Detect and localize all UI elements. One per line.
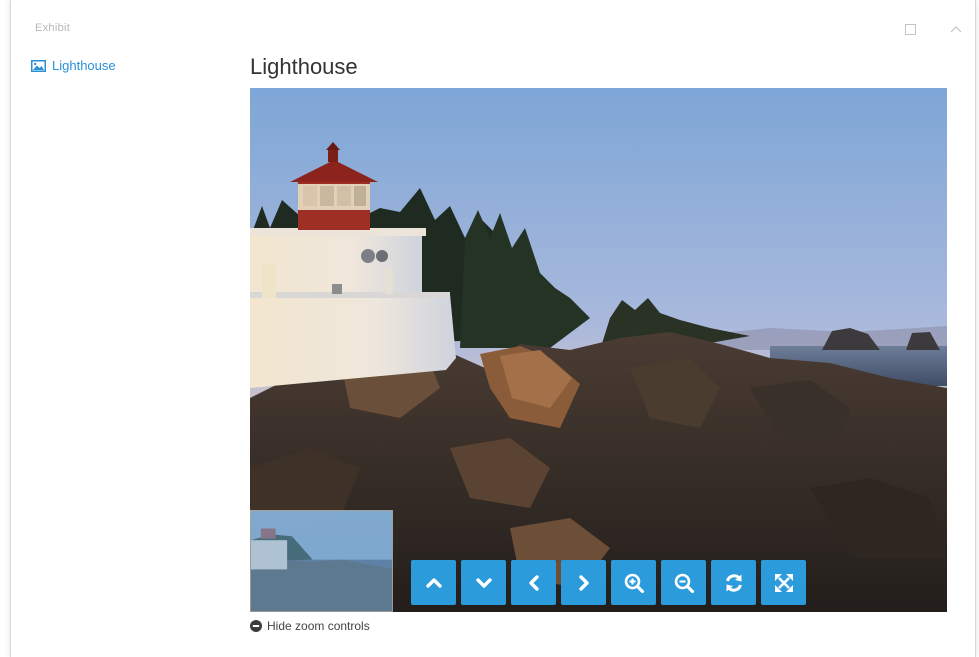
sidebar-item-label: Lighthouse — [52, 58, 116, 73]
collapse-button[interactable] — [947, 20, 965, 38]
thumbnail-image — [251, 511, 392, 611]
zoom-in-button[interactable] — [611, 560, 656, 605]
refresh-icon — [725, 573, 742, 592]
sidebar: Lighthouse — [11, 0, 251, 657]
chevron-up-icon — [950, 26, 962, 33]
image-icon — [31, 59, 46, 72]
zoom-out-icon — [674, 573, 694, 593]
pan-left-button[interactable] — [511, 560, 556, 605]
window-controls — [901, 20, 965, 38]
chevron-right-icon — [578, 574, 589, 591]
reset-button[interactable] — [711, 560, 756, 605]
maximize-icon — [904, 23, 916, 35]
page-title: Lighthouse — [250, 54, 358, 79]
pan-right-button[interactable] — [561, 560, 606, 605]
hide-zoom-controls-link[interactable]: Hide zoom controls — [250, 619, 370, 633]
sidebar-item-lighthouse[interactable]: Lighthouse — [31, 58, 116, 73]
zoom-out-button[interactable] — [661, 560, 706, 605]
hide-zoom-controls-label: Hide zoom controls — [267, 619, 370, 633]
image-viewer[interactable] — [250, 88, 947, 612]
zoom-in-icon — [624, 573, 644, 593]
zoom-controls — [411, 560, 806, 605]
maximize-button[interactable] — [901, 20, 919, 38]
chevron-down-icon — [475, 577, 492, 588]
pan-up-button[interactable] — [411, 560, 456, 605]
navigator-thumbnail[interactable] — [250, 510, 393, 612]
chevron-left-icon — [528, 574, 539, 591]
chevron-up-icon — [425, 577, 442, 588]
minus-circle-icon — [250, 620, 262, 632]
fullscreen-icon — [774, 573, 793, 592]
pan-down-button[interactable] — [461, 560, 506, 605]
fullscreen-button[interactable] — [761, 560, 806, 605]
